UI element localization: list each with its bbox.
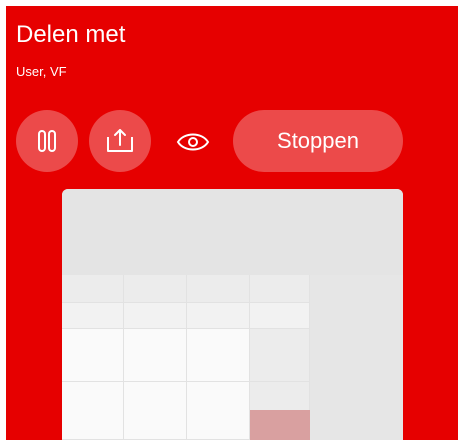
preview-cell [187, 329, 250, 382]
eye-icon [176, 133, 210, 151]
preview-cell [250, 275, 310, 303]
participants-label: User, VF [16, 64, 67, 79]
preview-cell [124, 275, 187, 303]
preview-cell [124, 329, 187, 382]
preview-cell [187, 382, 250, 440]
preview-selected-cell [250, 410, 310, 440]
preview-cell [62, 303, 124, 329]
preview-cell [250, 303, 310, 329]
preview-cell [187, 275, 250, 303]
screen-preview [62, 189, 403, 440]
preview-cell [187, 303, 250, 329]
preview-cell [62, 382, 124, 440]
preview-cell [124, 303, 187, 329]
preview-cell [124, 382, 187, 440]
share-button[interactable] [89, 110, 151, 172]
pause-icon [38, 130, 56, 152]
preview-cell [62, 329, 124, 382]
preview-header-area [62, 189, 403, 275]
share-icon [107, 129, 133, 152]
preview-cell [62, 275, 124, 303]
preview-toggle-button[interactable] [176, 130, 210, 154]
preview-cell [250, 329, 310, 382]
panel-title: Delen met [16, 21, 126, 48]
share-panel: Delen met User, VF Stoppen [0, 0, 458, 440]
stop-sharing-button[interactable]: Stoppen [233, 110, 403, 172]
pause-button[interactable] [16, 110, 78, 172]
